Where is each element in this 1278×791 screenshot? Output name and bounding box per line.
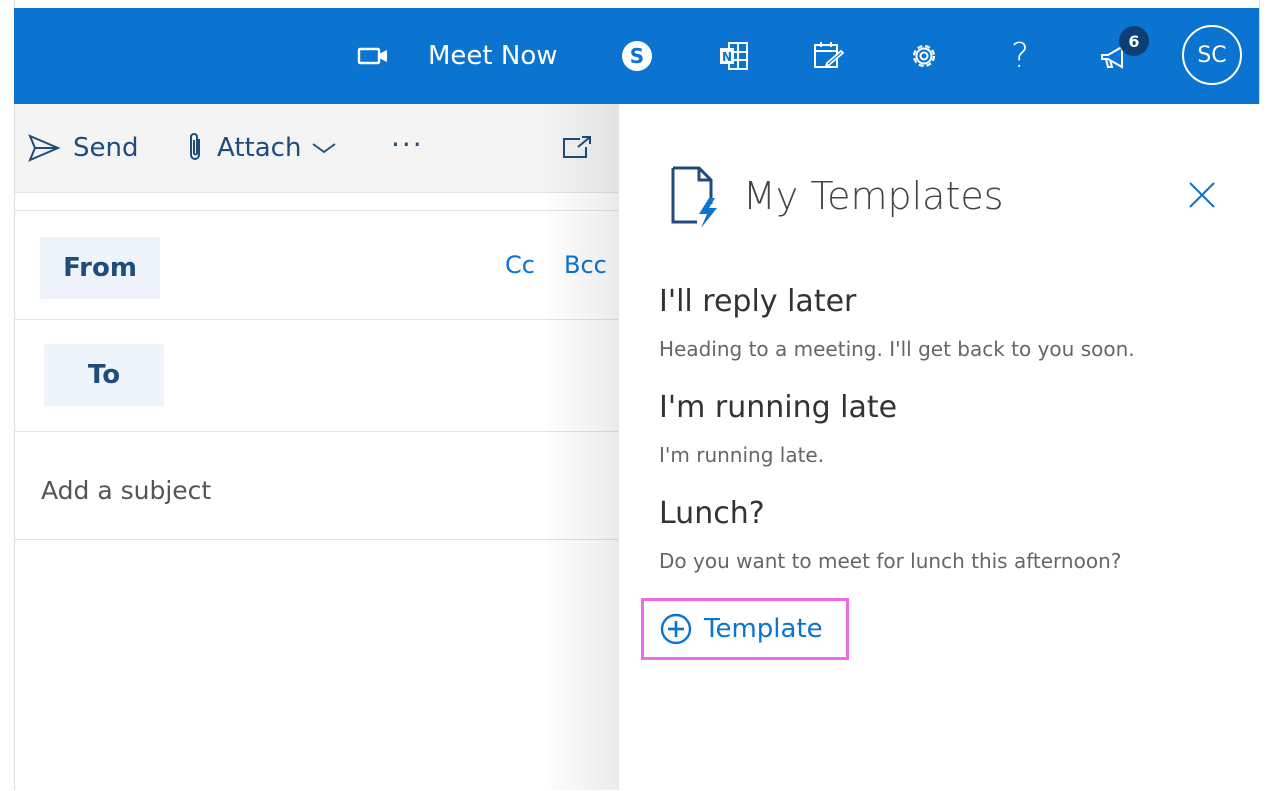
template-title: I'm running late: [659, 390, 898, 425]
template-item[interactable]: Lunch? Do you want to meet for lunch thi…: [659, 496, 1121, 573]
gear-icon[interactable]: [904, 36, 944, 76]
attach-button[interactable]: Attach: [185, 128, 337, 168]
template-body: Heading to a meeting. I'll get back to y…: [659, 337, 1135, 361]
meet-now-button[interactable]: Meet Now: [428, 38, 558, 74]
svg-text:S: S: [630, 44, 644, 68]
todo-calendar-icon[interactable]: [808, 36, 848, 76]
compose-body: From Cc Bcc To: [15, 210, 618, 791]
plus-circle-icon: [660, 613, 692, 645]
popout-icon[interactable]: [560, 128, 606, 168]
right-gutter: [1259, 0, 1278, 790]
subject-input[interactable]: [39, 469, 603, 511]
add-template-label: Template: [704, 614, 823, 644]
help-icon[interactable]: ?: [1002, 34, 1038, 78]
compose-toolbar: Send Attach ···: [15, 104, 618, 193]
send-button[interactable]: Send: [27, 128, 138, 168]
template-body: Do you want to meet for lunch this after…: [659, 549, 1122, 573]
from-button[interactable]: From: [40, 237, 160, 299]
from-row: From Cc Bcc: [15, 211, 618, 320]
template-title: Lunch?: [659, 496, 765, 531]
chevron-down-icon: [312, 143, 336, 154]
skype-icon[interactable]: S: [619, 36, 655, 76]
template-item[interactable]: I'm running late I'm running late.: [659, 390, 897, 467]
add-template-button[interactable]: Template: [641, 598, 849, 660]
template-body: I'm running late.: [659, 443, 825, 467]
to-row: To: [15, 319, 618, 432]
send-label: Send: [73, 133, 139, 163]
subject-row: [15, 431, 618, 540]
template-title: I'll reply later: [659, 284, 857, 319]
video-camera-icon[interactable]: [356, 38, 392, 74]
svg-text:N: N: [722, 50, 732, 64]
left-gutter: [0, 0, 15, 790]
send-icon: [28, 134, 61, 162]
more-options-button[interactable]: ···: [391, 124, 424, 164]
notification-badge: 6: [1119, 26, 1149, 56]
panel-title: My Templates: [743, 174, 1004, 218]
templates-panel: My Templates I'll reply later Heading to…: [618, 104, 1260, 790]
to-button[interactable]: To: [44, 344, 164, 406]
cc-link[interactable]: Cc: [505, 251, 535, 279]
template-item[interactable]: I'll reply later Heading to a meeting. I…: [659, 284, 1135, 361]
onenote-icon[interactable]: N: [714, 36, 754, 76]
close-icon[interactable]: [1185, 178, 1219, 212]
template-document-icon: [669, 164, 723, 230]
top-bar: Meet Now S N ? 6 SC: [14, 8, 1259, 104]
attach-label: Attach: [217, 133, 302, 163]
bcc-link[interactable]: Bcc: [564, 251, 607, 279]
paperclip-icon: [190, 133, 200, 160]
avatar[interactable]: SC: [1182, 25, 1242, 85]
